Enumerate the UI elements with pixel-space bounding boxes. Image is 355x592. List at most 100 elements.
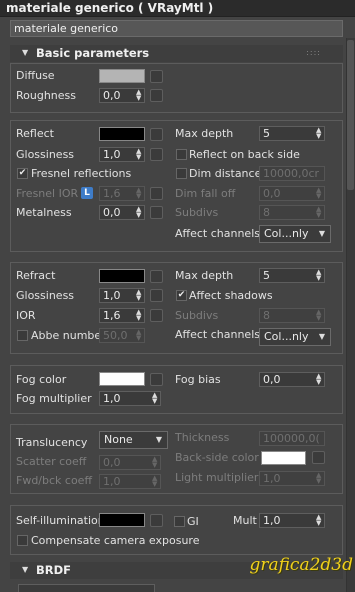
spinner-arrows-icon: ▲ ▼ (136, 88, 142, 102)
spinner-arrows-icon: ▲ ▼ (136, 205, 142, 219)
ior-spinner[interactable]: 1,6 ▲ ▼ (99, 308, 145, 323)
fog-bias-spinner[interactable]: 0,0 ▲ ▼ (259, 372, 325, 387)
light-multiplier-spinner[interactable]: 1,0 ▲ ▼ (259, 471, 325, 486)
spinner-arrows-icon: ▲ ▼ (316, 372, 322, 386)
metalness-map-button[interactable] (150, 206, 163, 219)
refract-subdivs-label: Subdivs (175, 309, 219, 322)
gi-checkbox[interactable] (174, 516, 185, 527)
spinner-arrows-icon: ▲ ▼ (136, 308, 142, 322)
back-side-color-map-button[interactable] (312, 451, 325, 464)
ior-map-button[interactable] (150, 309, 163, 322)
fresnel-ior-map-button[interactable] (150, 187, 163, 200)
material-name-field[interactable]: materiale generico (10, 20, 343, 37)
self-illumination-map-button[interactable] (150, 514, 163, 527)
compensate-camera-exposure-checkbox[interactable] (17, 535, 28, 546)
dim-fall-off-spinner[interactable]: 0,0 ▲ ▼ (259, 186, 325, 201)
roughness-map-button[interactable] (150, 89, 163, 102)
basic-parameters-rollout-header[interactable]: ▼ Basic parameters :::: (10, 45, 343, 62)
brdf-type-dropdown[interactable] (18, 584, 155, 592)
chevron-down-icon: ▼ (318, 229, 325, 238)
translucency-mode-value: None (104, 433, 133, 446)
metalness-spinner[interactable]: 0,0 ▲ ▼ (99, 205, 145, 220)
reflect-subdivs-value: 8 (263, 206, 270, 219)
fresnel-reflections-checkbox[interactable]: ✔ (17, 168, 28, 179)
spinner-arrows-icon: ▲ ▼ (152, 391, 158, 405)
reflect-max-depth-label: Max depth (175, 127, 234, 140)
refract-max-depth-spinner[interactable]: 5 ▲ ▼ (259, 268, 325, 283)
fog-color-map-button[interactable] (150, 373, 163, 386)
scrollbar-thumb[interactable] (347, 40, 354, 190)
collapse-arrow-icon: ▼ (22, 48, 29, 57)
diffuse-map-button[interactable] (150, 70, 163, 83)
fwd-bck-coeff-label: Fwd/bck coeff (16, 474, 93, 487)
spinner-arrows-icon: ▲ ▼ (316, 471, 322, 485)
abbe-number-checkbox[interactable] (17, 330, 28, 341)
thickness-spinner[interactable]: 100000,0( (259, 431, 325, 446)
roughness-label: Roughness (16, 89, 77, 102)
refract-glossiness-map-button[interactable] (150, 289, 163, 302)
back-side-color-swatch[interactable] (261, 451, 306, 465)
refract-subdivs-value: 8 (263, 309, 270, 322)
refract-subdivs-spinner[interactable]: 8 ▲ ▼ (259, 308, 325, 323)
fog-multiplier-value: 1,0 (103, 392, 121, 405)
abbe-number-spinner[interactable]: 50,0 ▲ ▼ (99, 328, 145, 343)
dim-distance-checkbox[interactable] (176, 168, 187, 179)
refract-color-swatch[interactable] (99, 269, 145, 283)
fresnel-ior-lock-button[interactable]: L (81, 187, 93, 199)
light-multiplier-label: Light multiplier (175, 471, 259, 484)
refract-affect-channels-dropdown[interactable]: Col...nly ▼ (259, 328, 331, 346)
refract-glossiness-label: Glossiness (16, 289, 75, 302)
thickness-label: Thickness (175, 431, 230, 444)
light-multiplier-value: 1,0 (263, 472, 281, 485)
fog-multiplier-spinner[interactable]: 1,0 ▲ ▼ (99, 391, 161, 406)
fog-multiplier-label: Fog multiplier (16, 392, 92, 405)
collapse-arrow-icon: ▼ (22, 565, 29, 574)
diffuse-color-swatch[interactable] (99, 69, 145, 83)
reflect-back-side-checkbox[interactable] (176, 149, 187, 160)
fog-color-swatch[interactable] (99, 372, 145, 386)
scatter-coeff-spinner[interactable]: 0,0 ▲ ▼ (99, 455, 161, 470)
fresnel-ior-label: Fresnel IOR (16, 187, 79, 200)
refract-glossiness-spinner[interactable]: 1,0 ▲ ▼ (99, 288, 145, 303)
fwd-bck-coeff-value: 1,0 (103, 475, 121, 488)
self-illumination-color-swatch[interactable] (99, 513, 145, 527)
affect-shadows-checkbox[interactable]: ✔ (176, 290, 187, 301)
roughness-spinner[interactable]: 0,0 ▲ ▼ (99, 88, 145, 103)
chevron-down-icon: ▼ (155, 435, 162, 444)
refract-affect-channels-label: Affect channels (175, 328, 260, 341)
spinner-arrows-icon: ▲ ▼ (136, 147, 142, 161)
reflect-subdivs-spinner[interactable]: 8 ▲ ▼ (259, 205, 325, 220)
refract-map-button[interactable] (150, 270, 163, 283)
translucency-dropdown[interactable]: None ▼ (99, 431, 168, 449)
self-illumination-mult-spinner[interactable]: 1,0 ▲ ▼ (259, 513, 325, 528)
spinner-arrows-icon: ▲ ▼ (316, 126, 322, 140)
dim-distance-spinner[interactable]: 10000,0cr (259, 166, 325, 181)
diffuse-group (10, 63, 343, 113)
reflect-affect-channels-dropdown[interactable]: Col...nly ▼ (259, 225, 331, 243)
ior-label: IOR (16, 309, 36, 322)
reflect-map-button[interactable] (150, 128, 163, 141)
fresnel-ior-value: 1,6 (103, 187, 121, 200)
reflect-max-depth-spinner[interactable]: 5 ▲ ▼ (259, 126, 325, 141)
abbe-number-value: 50,0 (103, 329, 128, 342)
chevron-down-icon: ▼ (318, 332, 325, 341)
ior-value: 1,6 (103, 309, 121, 322)
reflect-glossiness-value: 1,0 (103, 148, 121, 161)
refract-affect-channels-value: Col...nly (264, 330, 309, 343)
thickness-value: 100000,0( (263, 432, 320, 445)
dim-fall-off-value: 0,0 (263, 187, 281, 200)
fwd-bck-coeff-spinner[interactable]: 1,0 ▲ ▼ (99, 474, 161, 489)
reflect-affect-channels-value: Col...nly (264, 227, 309, 240)
gi-label: GI (187, 515, 199, 528)
reflect-glossiness-map-button[interactable] (150, 148, 163, 161)
back-side-color-label: Back-side color (175, 451, 259, 464)
fog-color-label: Fog color (16, 373, 67, 386)
spinner-arrows-icon: ▲ ▼ (316, 186, 322, 200)
reflect-glossiness-spinner[interactable]: 1,0 ▲ ▼ (99, 147, 145, 162)
spinner-arrows-icon: ▲ ▼ (136, 186, 142, 200)
reflect-color-swatch[interactable] (99, 127, 145, 141)
abbe-number-label: Abbe number (31, 329, 106, 342)
fresnel-ior-spinner[interactable]: 1,6 ▲ ▼ (99, 186, 145, 201)
grafica2d3d-logo: grafica2d3d (249, 555, 353, 575)
reflect-max-depth-value: 5 (263, 127, 270, 140)
